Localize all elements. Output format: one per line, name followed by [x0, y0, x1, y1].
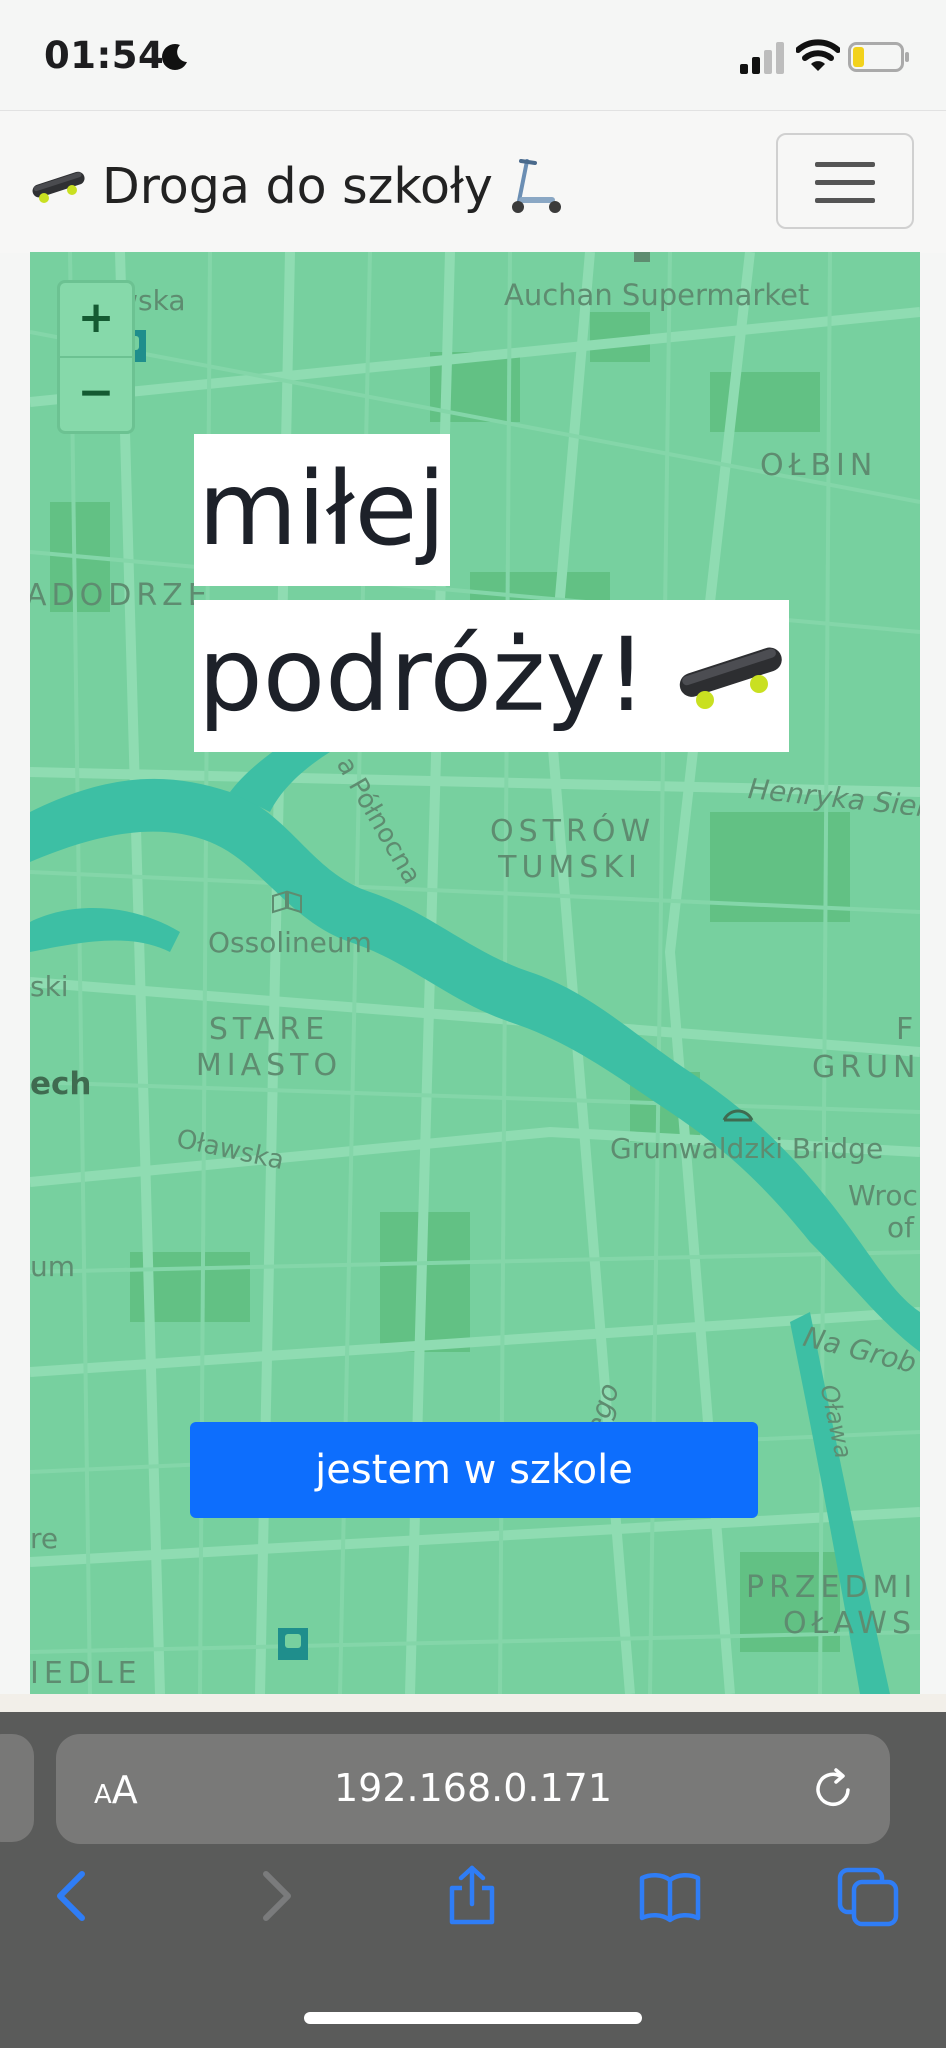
- map-label-stare-miasto: STARE MIASTO: [195, 1012, 343, 1083]
- zoom-in-button[interactable]: +: [60, 283, 132, 358]
- map-label: F: [896, 1012, 919, 1047]
- map-label: um: [30, 1250, 76, 1283]
- map-label: IEDLE: [30, 1656, 142, 1691]
- zoom-control: + −: [57, 280, 135, 434]
- scooter-icon: [511, 159, 561, 213]
- tram-stop-icon: [278, 1628, 308, 1660]
- map-label: GRUN: [812, 1050, 920, 1085]
- address-bar[interactable]: AA 192.168.0.171: [56, 1734, 890, 1844]
- wifi-icon: [796, 39, 840, 71]
- map-label: Auchan Supermarket: [504, 278, 810, 312]
- brand-link[interactable]: Droga do szkoły: [30, 157, 563, 215]
- reload-icon[interactable]: [810, 1766, 856, 1812]
- hamburger-menu-icon: [815, 162, 875, 167]
- status-bar: 01:54: [0, 0, 946, 110]
- site-navbar: Droga do szkoły: [0, 110, 946, 253]
- bookmarks-icon[interactable]: [638, 1864, 702, 1928]
- map-label: ski: [30, 970, 69, 1003]
- greeting-line-2-text: podróży!: [198, 616, 647, 735]
- cellular-signal-icon: [740, 42, 784, 74]
- map-label: re: [30, 1522, 59, 1555]
- at-school-button[interactable]: jestem w szkole: [190, 1422, 758, 1518]
- map-bottom-edge: [0, 1694, 946, 1712]
- navbar-toggle-button[interactable]: [776, 133, 914, 229]
- forward-icon[interactable]: [242, 1864, 306, 1928]
- map-label: Ossolineum: [208, 926, 372, 959]
- home-indicator: [304, 2012, 642, 2024]
- battery-icon: [848, 42, 909, 72]
- map-label-przedmiescie: PRZEDMI OŁAWS: [746, 1570, 918, 1641]
- map-label: OŁBIN: [760, 448, 878, 483]
- greeting-line-1: miłej: [194, 434, 450, 586]
- map-label: ech: [30, 1066, 92, 1102]
- map[interactable]: owska Auchan Supermarket OŁBIN ADODRZE H…: [30, 252, 920, 1694]
- greeting-line-2: podróży!: [194, 600, 789, 752]
- map-label: ADODRZE: [30, 578, 212, 613]
- shopping-icon: [634, 252, 650, 262]
- browser-toolbar: AA 192.168.0.171: [0, 1712, 946, 2048]
- url-text: 192.168.0.171: [333, 1766, 612, 1810]
- status-time: 01:54: [44, 34, 165, 77]
- skateboard-icon: [32, 171, 85, 203]
- map-label-ostrow: OSTRÓW TUMSKI: [490, 814, 656, 885]
- map-label: Grunwaldzki Bridge: [610, 1132, 884, 1165]
- previous-tab-peek[interactable]: [0, 1734, 34, 1842]
- moon-icon: [162, 44, 187, 70]
- map-label-wroclaw: Wroc of: [848, 1179, 918, 1244]
- share-icon[interactable]: [440, 1864, 504, 1928]
- browser-nav-row: [0, 1864, 946, 1974]
- skateboard-icon: [679, 647, 782, 709]
- back-icon[interactable]: [42, 1864, 106, 1928]
- zoom-out-button[interactable]: −: [60, 358, 132, 431]
- brand-title: Droga do szkoły: [102, 157, 493, 215]
- tabs-icon[interactable]: [836, 1864, 900, 1928]
